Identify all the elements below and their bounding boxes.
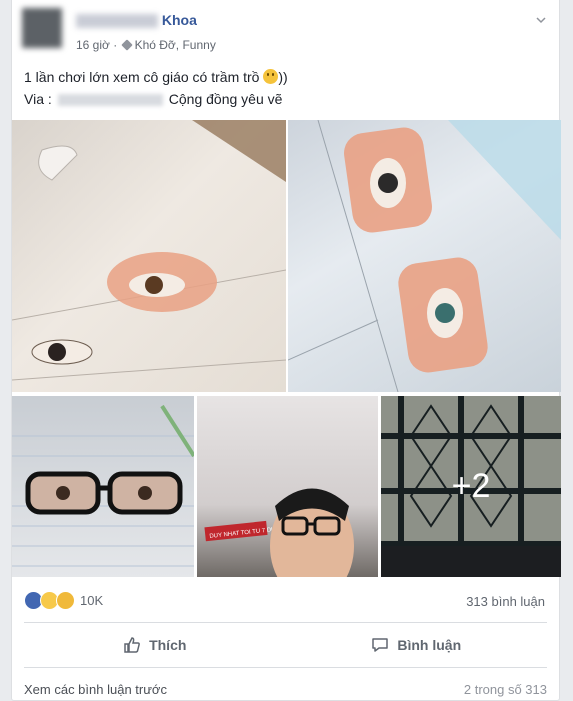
post-time[interactable]: 16 giờ bbox=[76, 38, 110, 52]
author-name-text[interactable]: Khoa bbox=[162, 12, 197, 28]
thumbs-up-icon bbox=[124, 637, 140, 653]
post-meta: 16 giờ · Khó Đỡ, Funny bbox=[76, 38, 216, 52]
photo-glasses-on-notebook[interactable] bbox=[12, 396, 194, 577]
author-name[interactable]: Khoa bbox=[76, 12, 197, 29]
photo-drawing-eyes-2[interactable] bbox=[288, 120, 561, 392]
via-label: Via : bbox=[24, 91, 52, 107]
comment-pagination: 2 trong số 313 bbox=[463, 682, 547, 697]
like-label: Thích bbox=[149, 637, 187, 653]
via-page-link[interactable]: Cộng đồng yêu vẽ bbox=[169, 91, 283, 107]
comment-label: Bình luận bbox=[397, 637, 462, 653]
post-tags[interactable]: Khó Đỡ, Funny bbox=[135, 38, 216, 52]
meta-separator: · bbox=[113, 38, 118, 52]
more-photos-count: +2 bbox=[451, 467, 491, 505]
via-blur bbox=[57, 94, 163, 107]
post-text: 1 lần chơi lớn xem cô giáo có trầm trồ )… bbox=[24, 66, 288, 110]
more-photos-overlay[interactable]: +2 bbox=[381, 396, 561, 577]
author-avatar[interactable] bbox=[22, 8, 62, 48]
author-name-blur bbox=[76, 14, 158, 29]
photo-selfie-with-glasses[interactable]: DUY NHAT TOI TU 7 DU GU bbox=[197, 396, 378, 577]
post-card: Khoa 16 giờ · Khó Đỡ, Funny 1 lần chơi l… bbox=[11, 0, 561, 701]
divider-bottom bbox=[24, 667, 547, 668]
photo-3-drawing bbox=[12, 404, 194, 567]
post-line-1: 1 lần chơi lớn xem cô giáo có trầm trồ bbox=[24, 69, 260, 85]
photo-drawing-eyes-1[interactable] bbox=[12, 120, 286, 392]
action-bar: Thích Bình luận bbox=[24, 624, 547, 666]
reactions-summary[interactable]: 10K bbox=[24, 588, 103, 612]
comment-button[interactable]: Bình luận bbox=[286, 624, 548, 666]
post-line-1-suffix: )) bbox=[278, 69, 288, 85]
wow-icon bbox=[56, 590, 75, 610]
photo-4-drawing: DUY NHAT TOI TU 7 DU GU bbox=[204, 488, 354, 577]
photo-1-drawing bbox=[12, 120, 286, 381]
comment-count[interactable]: 313 bình luận bbox=[466, 594, 545, 609]
tag-icon bbox=[120, 39, 133, 51]
photo-2-drawing bbox=[288, 120, 561, 392]
view-previous-comments-link[interactable]: Xem các bình luận trước bbox=[24, 682, 167, 697]
photo-window-more[interactable]: +2 bbox=[381, 396, 561, 577]
comment-bubble-icon bbox=[372, 638, 389, 652]
smile-emoji-icon bbox=[263, 69, 279, 84]
reaction-count[interactable]: 10K bbox=[80, 593, 103, 608]
divider-top bbox=[24, 622, 547, 623]
like-button[interactable]: Thích bbox=[24, 624, 286, 666]
chevron-down-icon[interactable] bbox=[535, 14, 547, 26]
